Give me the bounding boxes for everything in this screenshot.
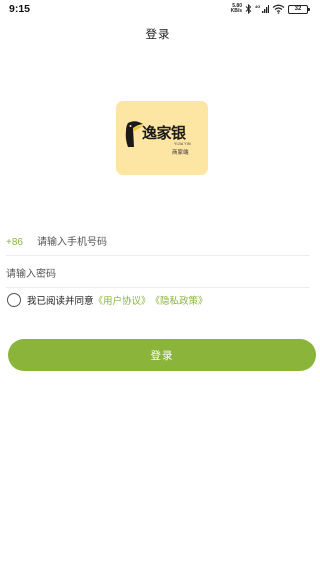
svg-text:4G: 4G [255,4,260,9]
page-title: 登录 [145,27,171,41]
battery-level: 32 [294,6,302,12]
network-speed: 5.80 KB/s [231,4,242,14]
wifi-icon [272,4,285,14]
logo-pinyin: YIJIA YIN [174,142,191,146]
app-logo: 逸家银 YIJIA YIN 商家端 [116,101,208,175]
agreement-checkbox[interactable] [7,293,21,307]
logo-name: 逸家银 [142,124,186,142]
privacy-policy-link[interactable]: 《隐私政策》 [151,293,208,307]
signal-icon: 4G [255,4,269,14]
network-speed-unit: KB/s [230,8,242,14]
agreement-text: 我已阅读并同意 [27,296,94,307]
status-time: 9:15 [9,3,31,15]
country-code-selector[interactable]: +86 [6,237,23,248]
status-bar: 9:15 5.80 KB/s 4G 32 [0,0,316,18]
bluetooth-icon [245,4,252,14]
password-field [6,261,310,288]
user-agreement-link[interactable]: 《用户协议》 [94,293,151,307]
status-icons: 5.80 KB/s 4G 32 [231,4,310,14]
battery-icon: 32 [288,4,310,14]
login-screen: 9:15 5.80 KB/s 4G 32 登录 逸家银 YIJIA YIN 商家… [0,0,316,574]
agreement-row: 我已阅读并同意 《用户协议》 《隐私政策》 [7,291,208,309]
phone-field: +86 [6,229,310,256]
phone-input[interactable] [36,232,310,252]
password-input[interactable] [6,264,310,284]
logo-subtitle: 商家端 [172,150,189,156]
login-button[interactable]: 登录 [8,339,316,371]
